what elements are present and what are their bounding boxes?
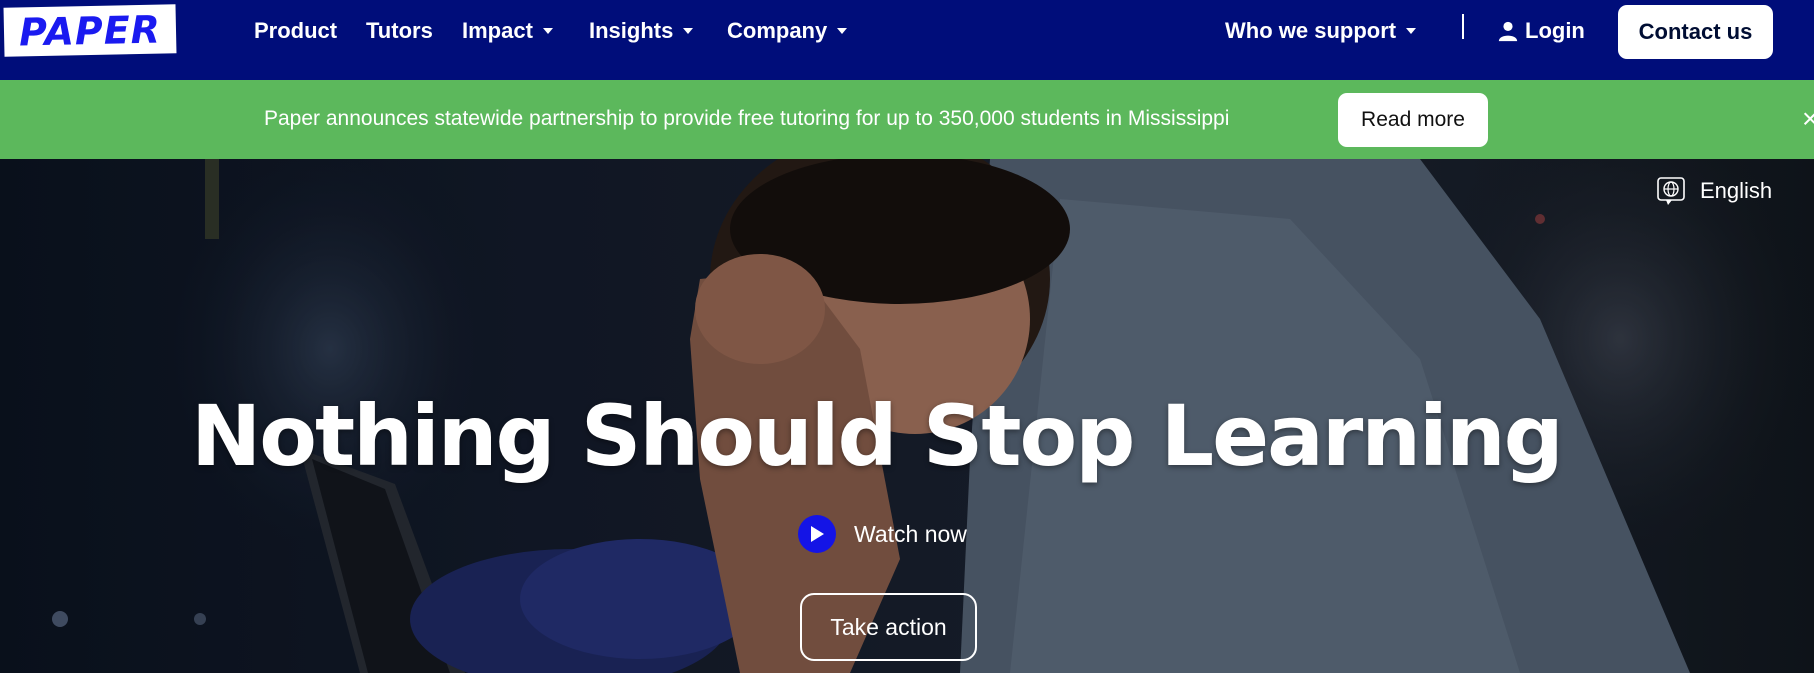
watch-now-button[interactable]: Watch now	[798, 515, 967, 553]
nav-product-label: Product	[254, 18, 338, 43]
hero-headline: Nothing Should Stop Learning	[191, 387, 1564, 485]
nav-impact[interactable]: Impact	[462, 16, 553, 46]
announcement-banner: Paper announces statewide partnership to…	[0, 80, 1814, 159]
who-we-support-label: Who we support	[1225, 18, 1397, 43]
nav-insights-label: Insights	[589, 18, 674, 43]
caret-down-icon	[683, 28, 694, 34]
contact-us-button[interactable]: Contact us	[1618, 5, 1773, 59]
caret-down-icon	[837, 28, 848, 34]
user-icon	[1498, 21, 1518, 42]
login-link[interactable]: Login	[1497, 16, 1585, 46]
nav-tutors-label: Tutors	[366, 18, 433, 43]
read-more-label: Read more	[1361, 108, 1465, 131]
top-nav: PAPER Product Tutors Impact Insights Com…	[0, 0, 1814, 80]
nav-company[interactable]: Company	[727, 16, 848, 46]
hero-section: English Nothing Should Stop Learning Wat…	[0, 159, 1814, 673]
globe-icon	[1657, 177, 1685, 205]
nav-company-label: Company	[727, 18, 828, 43]
take-action-button[interactable]: Take action	[800, 593, 977, 661]
take-action-label: Take action	[830, 613, 947, 640]
nav-insights[interactable]: Insights	[589, 16, 694, 46]
caret-down-icon	[542, 28, 553, 34]
nav-product[interactable]: Product	[254, 16, 337, 46]
nav-divider	[1462, 14, 1464, 39]
banner-text: Paper announces statewide partnership to…	[264, 107, 1230, 130]
paper-logo[interactable]: PAPER	[3, 4, 177, 57]
close-icon[interactable]: ×	[1802, 103, 1814, 135]
nav-tutors[interactable]: Tutors	[366, 16, 433, 46]
contact-us-label: Contact us	[1638, 19, 1753, 44]
language-label: English	[1700, 178, 1773, 203]
language-selector[interactable]: English	[1656, 175, 1772, 207]
caret-down-icon	[1406, 28, 1417, 34]
watch-now-label: Watch now	[854, 520, 967, 547]
play-icon	[798, 515, 836, 553]
login-label: Login	[1525, 18, 1585, 43]
nav-who-we-support[interactable]: Who we support	[1225, 16, 1417, 46]
read-more-button[interactable]: Read more	[1338, 93, 1488, 147]
logo-text: PAPER	[18, 7, 162, 54]
nav-impact-label: Impact	[462, 18, 533, 43]
